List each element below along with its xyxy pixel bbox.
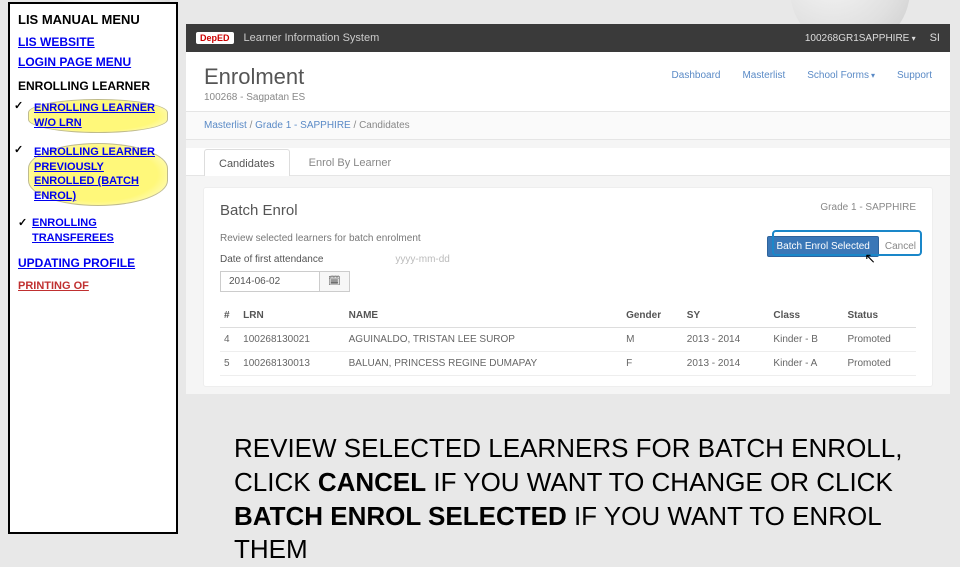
sidebar-section-enrolling: ENROLLING LEARNER — [18, 79, 168, 93]
tab-enrol-by-learner[interactable]: Enrol By Learner — [294, 148, 407, 175]
page-header: Enrolment 100268 - Sagpatan ES Dashboard… — [186, 52, 950, 111]
col-class: Class — [769, 304, 843, 328]
sidebar-item-enrol-transferees[interactable]: ENROLLING TRANSFEREES — [32, 216, 168, 246]
link-lis-website[interactable]: LIS WEBSITE — [18, 35, 168, 49]
link-printing-cutoff[interactable]: PRINTING OF — [18, 280, 168, 292]
app-title: Learner Information System — [244, 32, 380, 44]
link-login-page[interactable]: LOGIN PAGE MENU — [18, 55, 168, 69]
school-code: 100268 - Sagpatan ES — [204, 92, 305, 103]
learners-table: # LRN NAME Gender SY Class Status 4 1002… — [220, 304, 916, 376]
calendar-icon[interactable]: 🗓 — [320, 271, 350, 292]
nav-dashboard[interactable]: Dashboard — [672, 70, 721, 81]
crumb-grade[interactable]: Grade 1 - SAPPHIRE — [255, 120, 351, 131]
nav-school-forms[interactable]: School Forms — [807, 70, 875, 81]
table-row: 5 100268130013 BALUAN, PRINCESS REGINE D… — [220, 352, 916, 376]
app-topbar: DepED Learner Information System 100268G… — [186, 24, 950, 52]
class-tag: Grade 1 - SAPPHIRE — [820, 202, 916, 213]
sidebar-title: LIS MANUAL MENU — [18, 12, 168, 27]
manual-menu-sidebar: LIS MANUAL MENU LIS WEBSITE LOGIN PAGE M… — [8, 2, 178, 534]
lis-screenshot: DepED Learner Information System 100268G… — [186, 24, 950, 394]
page-title: Enrolment — [204, 64, 305, 90]
batch-enrol-panel: Batch Enrol Grade 1 - SAPPHIRE Review se… — [204, 188, 932, 386]
instruction-text: REVIEW SELECTED LEARNERS FOR BATCH ENROL… — [234, 432, 934, 567]
crumb-candidates: Candidates — [359, 120, 410, 131]
col-gender: Gender — [622, 304, 683, 328]
user-menu[interactable]: 100268GR1SAPPHIRE — [805, 33, 916, 44]
nav-masterlist[interactable]: Masterlist — [742, 70, 785, 81]
topbar-extra: SI — [930, 32, 940, 44]
cursor-icon: ↖ — [864, 250, 876, 267]
tab-bar: Candidates Enrol By Learner — [186, 148, 950, 176]
tab-candidates[interactable]: Candidates — [204, 149, 290, 176]
col-lrn: LRN — [239, 304, 345, 328]
link-updating-profile[interactable]: UPDATING PROFILE — [18, 256, 168, 270]
breadcrumb: Masterlist / Grade 1 - SAPPHIRE / Candid… — [186, 111, 950, 140]
col-num: # — [220, 304, 239, 328]
batch-enrol-selected-button[interactable]: Batch Enrol Selected — [767, 236, 878, 257]
sidebar-item-enrol-batch[interactable]: ENROLLING LEARNER PREVIOUSLY ENROLLED (B… — [28, 143, 168, 206]
header-nav: Dashboard Masterlist School Forms Suppor… — [672, 70, 932, 81]
date-placeholder: yyyy-mm-dd — [395, 254, 449, 265]
nav-support[interactable]: Support — [897, 70, 932, 81]
col-status: Status — [843, 304, 916, 328]
cancel-button[interactable]: Cancel — [885, 241, 916, 252]
sidebar-item-enrol-no-lrn[interactable]: ENROLLING LEARNER W/O LRN — [28, 99, 168, 133]
date-label: Date of first attendance — [220, 254, 323, 265]
panel-title: Batch Enrol — [220, 202, 916, 219]
deped-logo: DepED — [196, 32, 234, 44]
col-name: NAME — [345, 304, 622, 328]
crumb-masterlist[interactable]: Masterlist — [204, 120, 247, 131]
date-input[interactable]: 2014-06-02 — [220, 271, 320, 292]
table-row: 4 100268130021 AGUINALDO, TRISTAN LEE SU… — [220, 328, 916, 352]
col-sy: SY — [683, 304, 770, 328]
